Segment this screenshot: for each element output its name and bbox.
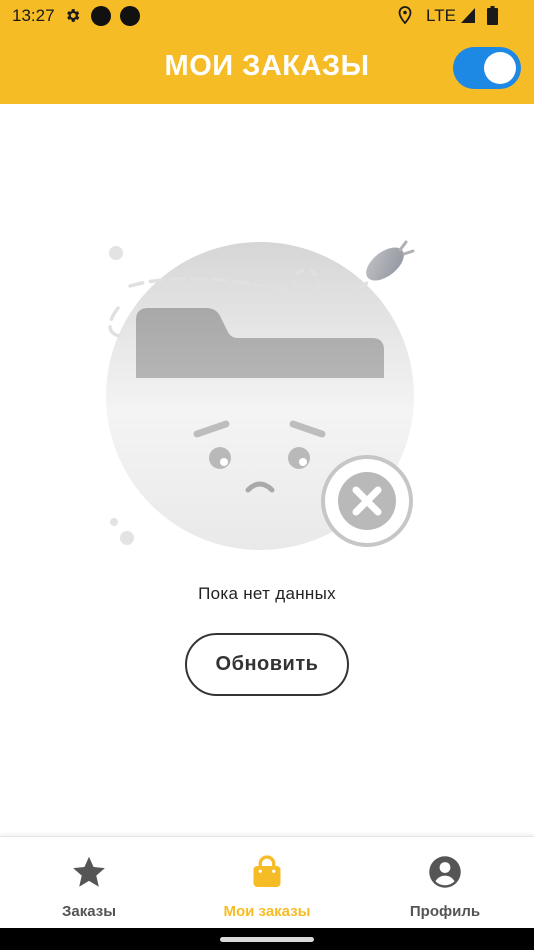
shopping-bag-icon: [253, 855, 281, 887]
refresh-button[interactable]: Обновить: [185, 633, 349, 696]
nav-label-my-orders: Мои заказы: [223, 903, 311, 920]
battery-icon: [487, 6, 498, 25]
system-nav-bar: [0, 928, 534, 950]
empty-folder-sad-face-icon: [106, 240, 415, 550]
home-gesture-handle[interactable]: [220, 937, 314, 942]
status-bar: 13:27 LTE: [0, 0, 534, 32]
signal-icon: [461, 8, 475, 23]
toggle-knob: [484, 52, 516, 84]
bottom-navigation: Заказы Мои заказы Профиль: [0, 836, 534, 928]
notification-dot-icon: [120, 6, 140, 26]
notification-dot-icon: [91, 6, 111, 26]
nav-label-profile: Профиль: [409, 903, 481, 920]
account-circle-icon: [429, 856, 461, 888]
nav-label-orders: Заказы: [61, 903, 117, 920]
availability-toggle[interactable]: [453, 47, 521, 89]
settings-gear-icon: [67, 9, 80, 22]
nav-item-my-orders[interactable]: Мои заказы: [178, 837, 356, 929]
star-icon: [73, 856, 105, 887]
nav-item-orders[interactable]: Заказы: [0, 837, 178, 929]
location-pin-icon: [398, 6, 412, 24]
empty-state-message: Пока нет данных: [198, 584, 336, 603]
nav-item-profile[interactable]: Профиль: [356, 837, 534, 929]
status-time: 13:27: [12, 6, 55, 25]
app-bar: МОИ ЗАКАЗЫ: [0, 32, 534, 104]
refresh-button-label: Обновить: [215, 653, 319, 675]
network-type: LTE: [426, 6, 456, 25]
